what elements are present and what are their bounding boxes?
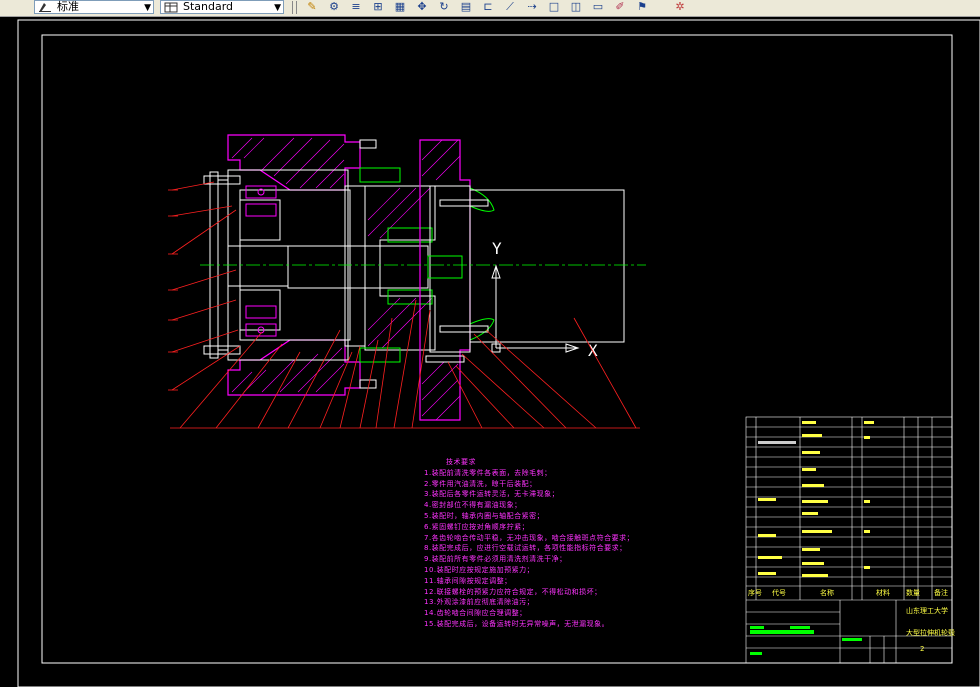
tech-requirement-item: 9.装配前所有零件必须用清洗剂清洗干净； [424, 555, 567, 564]
flag-icon[interactable]: ⚑ [634, 0, 650, 14]
edit-icon[interactable]: ✐ [612, 0, 628, 14]
chevron-down-icon[interactable]: ▼ [274, 1, 281, 15]
bearing [245, 185, 277, 199]
shaft-hub [227, 245, 289, 287]
flange-inner [429, 185, 471, 353]
explode-icon[interactable]: ✲ [672, 0, 688, 14]
ucs-icon [491, 264, 580, 353]
bom-header-qty: 数量 [906, 589, 920, 597]
drawing-canvas[interactable]: Y X 技术要求 1.装配前清洗零件各表面，去除毛刺； 2.零件用汽油清洗，晾干… [0, 17, 980, 687]
dim-aligned-icon[interactable]: ⟋ [502, 0, 518, 14]
drawing-name: 大型拉伸机轮毂 [906, 629, 955, 637]
bom-header-material: 材料 [876, 589, 890, 597]
table-icon[interactable]: ▤ [458, 0, 474, 14]
assembly-drawing: Y X [168, 134, 646, 429]
rect-icon[interactable]: □ [546, 0, 562, 14]
text-style-combo[interactable]: 标准 ▼ [34, 0, 154, 14]
rotate-icon[interactable]: ↻ [436, 0, 452, 14]
tech-requirement-item: 12.联接螺栓的预紧力应符合规定，不得松动和损坏； [424, 587, 602, 596]
tech-requirements-title: 技术要求 [446, 458, 476, 466]
text-style-value: 标准 [57, 0, 79, 13]
tech-requirement-item: 2.零件用汽油清洗，晾干后装配； [424, 479, 537, 488]
bom-rows [750, 421, 874, 655]
bolt [425, 355, 465, 363]
bom-header-note: 备注 [934, 589, 948, 597]
right-housing [364, 185, 436, 351]
bom-header-seq: 序号 [748, 589, 762, 597]
pencil-icon[interactable]: ✎ [304, 0, 320, 14]
tech-requirement-item: 13.外观涂漆前应彻底清除油污； [424, 598, 535, 607]
tech-requirement-item: 7.各齿轮啮合传动平稳，无冲击现象，啮合接触斑点符合要求； [424, 533, 635, 542]
bolt [439, 199, 489, 207]
layer-manager-icon[interactable]: ⊞ [370, 0, 386, 14]
grid-icon[interactable]: ▦ [392, 0, 408, 14]
bolt [359, 379, 377, 389]
tech-requirement-item: 4.密封部位不得有漏油现象； [424, 501, 522, 510]
main-shaft [287, 245, 429, 289]
move-icon[interactable]: ✥ [414, 0, 430, 14]
tech-requirement-item: 6.紧固螺钉应按对角顺序拧紧； [424, 522, 530, 531]
tech-requirement-item: 14.齿轮啮合间隙应合理调整； [424, 609, 527, 618]
spindle-nose [427, 255, 463, 279]
seal-green [469, 318, 495, 341]
bearing [245, 203, 277, 217]
bolt [359, 139, 377, 149]
chevron-down-icon[interactable]: ▼ [144, 1, 151, 15]
table-style-icon [164, 2, 178, 13]
tech-requirement-item: 15.装配完成后，设备运转时无异常噪声，无泄漏现象。 [424, 619, 610, 628]
table-style-combo[interactable]: Standard ▼ [160, 0, 284, 14]
bom-header-code: 代号 [772, 589, 786, 597]
node-icon[interactable]: ⚙ [326, 0, 342, 14]
bearing-green [359, 167, 401, 183]
table-style-value: Standard [183, 0, 234, 13]
rect-edit-icon[interactable]: ◫ [568, 0, 584, 14]
window-icon[interactable]: ▭ [590, 0, 606, 14]
tech-requirement-item: 5.装配时，轴承内圈与轴配合紧密； [424, 511, 545, 520]
bearing [245, 305, 277, 319]
sheet-number: 2 [920, 645, 925, 653]
toolbar-separator [296, 1, 297, 14]
toolbar-separator [292, 1, 293, 14]
axis-y-label: Y [492, 239, 502, 258]
dim-baseline-icon[interactable]: ⇢ [524, 0, 540, 14]
tech-requirement-item: 1.装配前清洗零件各表面，去除毛刺； [424, 468, 552, 477]
tech-requirement-item: 11.轴承间隙按规定调整； [424, 576, 512, 585]
tech-requirements: 技术要求 1.装配前清洗零件各表面，去除毛刺； 2.零件用汽油清洗，晾干后装配；… [424, 457, 634, 630]
tech-requirement-item: 8.装配完成后，应进行空载试运转，各项性能指标符合要求； [424, 544, 627, 553]
bom-header-name: 名称 [820, 589, 834, 597]
bolt [439, 325, 489, 333]
bearing-green [387, 289, 433, 305]
tech-requirement-item: 10.装配时应按规定施加预紧力； [424, 565, 535, 574]
dim-linear-icon[interactable]: ⊏ [480, 0, 496, 14]
title-block [745, 416, 953, 664]
housing-upper [227, 134, 361, 191]
school-name: 山东理工大学 [906, 607, 948, 615]
toolbar: 标准 ▼ Standard ▼ ✎ ⚙ ≡ ⊞ ▦ ✥ ↻ ▤ ⊏ ⟋ ⇢ □ … [0, 0, 980, 17]
layer-icon[interactable]: ≡ [348, 0, 364, 14]
tech-requirement-item: 3.装配后各零件运转灵活，无卡滞现象； [424, 490, 560, 499]
text-style-icon [39, 3, 51, 12]
